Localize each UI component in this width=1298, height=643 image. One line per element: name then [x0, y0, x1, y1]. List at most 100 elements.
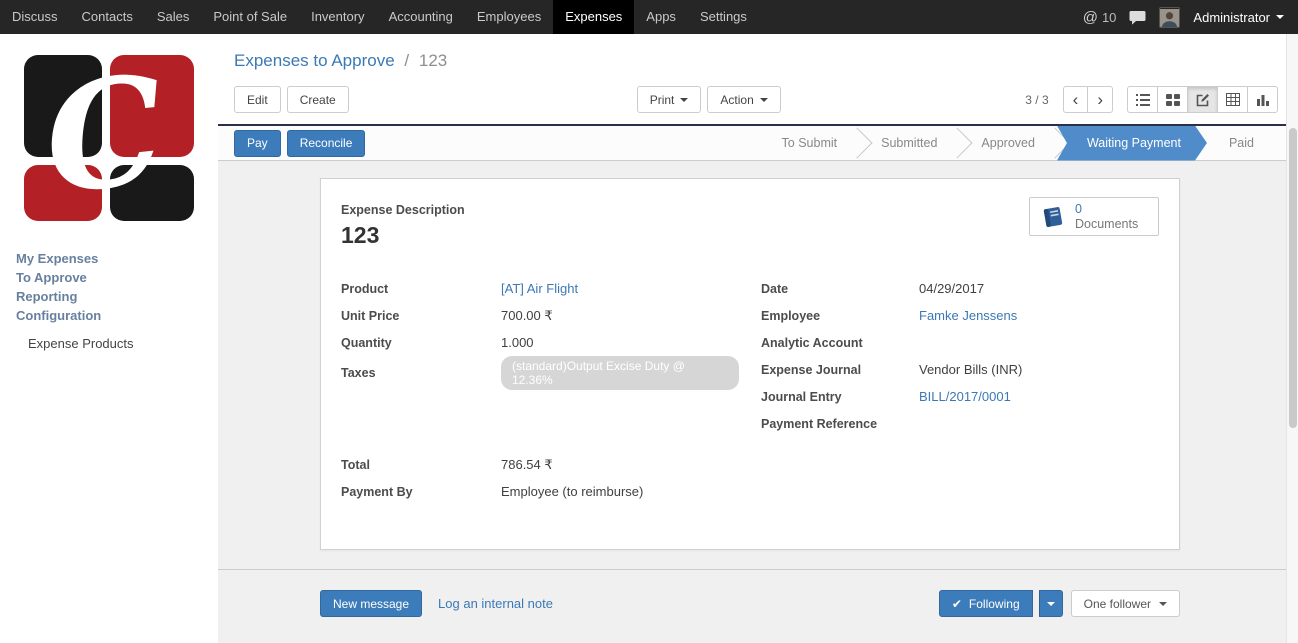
reconcile-button[interactable]: Reconcile — [287, 130, 366, 157]
following-dropdown-toggle[interactable] — [1039, 590, 1063, 617]
field-analytic-account: Analytic Account — [761, 329, 1159, 356]
sidebar-item-to-approve[interactable]: To Approve — [8, 268, 218, 287]
total-label: Total — [341, 458, 501, 472]
nav-sales[interactable]: Sales — [145, 0, 202, 34]
form-right-column: Date 04/29/2017 Employee Famke Jenssens … — [761, 275, 1159, 437]
journal-entry-value[interactable]: BILL/2017/0001 — [919, 389, 1011, 405]
payment-by-value: Employee (to reimburse) — [501, 484, 643, 500]
pager-and-views: 3 / 3 — [1025, 86, 1282, 113]
chatter: New message Log an internal note Followi… — [218, 569, 1298, 637]
nav-inventory[interactable]: Inventory — [299, 0, 376, 34]
kanban-icon — [1166, 94, 1180, 106]
expense-title: 123 — [341, 222, 465, 249]
caret-down-icon — [1276, 15, 1284, 19]
sidebar-item-my-expenses[interactable]: My Expenses — [8, 249, 218, 268]
sidebar-item-reporting[interactable]: Reporting — [8, 287, 218, 306]
view-form-button[interactable] — [1187, 86, 1218, 113]
nav-contacts[interactable]: Contacts — [70, 0, 145, 34]
expense-form-sheet: Expense Description 123 — [320, 178, 1180, 550]
quantity-value: 1.000 — [501, 335, 534, 351]
field-employee: Employee Famke Jenssens — [761, 302, 1159, 329]
action-button-group: Print Action — [637, 86, 781, 113]
navbar-right: 10 Administrator — [1083, 0, 1298, 34]
nav-settings[interactable]: Settings — [688, 0, 759, 34]
view-graph-button[interactable] — [1247, 86, 1278, 113]
logo-square-top-right — [110, 55, 194, 157]
company-logo: C — [24, 55, 194, 221]
documents-button[interactable]: 0 Documents — [1029, 197, 1159, 236]
field-expense-journal: Expense Journal Vendor Bills (INR) — [761, 356, 1159, 383]
payment-by-label: Payment By — [341, 485, 501, 499]
expense-journal-label: Expense Journal — [761, 363, 919, 377]
caret-down-icon — [760, 98, 768, 102]
state-to-submit[interactable]: To Submit — [760, 126, 860, 161]
journal-entry-label: Journal Entry — [761, 390, 919, 404]
pager-previous-button[interactable] — [1063, 86, 1089, 113]
state-approved[interactable]: Approved — [959, 126, 1057, 161]
caret-down-icon — [1159, 602, 1167, 606]
field-product: Product [AT] Air Flight — [341, 275, 739, 302]
field-date: Date 04/29/2017 — [761, 275, 1159, 302]
new-message-button[interactable]: New message — [320, 590, 422, 617]
tax-tag: (standard)Output Excise Duty @ 12.36% — [501, 356, 739, 390]
control-buttons-row: Edit Create Print Action 3 / 3 — [218, 86, 1298, 113]
employee-value[interactable]: Famke Jenssens — [919, 308, 1017, 324]
date-value: 04/29/2017 — [919, 281, 984, 297]
payment-reference-label: Payment Reference — [761, 417, 919, 431]
user-menu[interactable]: Administrator — [1193, 10, 1284, 25]
edit-button[interactable]: Edit — [234, 86, 281, 113]
analytic-account-label: Analytic Account — [761, 336, 919, 350]
view-list-button[interactable] — [1127, 86, 1158, 113]
following-button[interactable]: Following — [939, 590, 1033, 617]
create-button[interactable]: Create — [287, 86, 349, 113]
form-view: Expense Description 123 — [218, 161, 1298, 643]
breadcrumb-separator: / — [404, 51, 409, 70]
documents-count: 0 — [1075, 202, 1082, 217]
view-pivot-button[interactable] — [1217, 86, 1248, 113]
status-pipeline: To Submit Submitted Approved Waiting Pay… — [760, 126, 1298, 161]
view-kanban-button[interactable] — [1157, 86, 1188, 113]
print-dropdown[interactable]: Print — [637, 86, 702, 113]
action-dropdown[interactable]: Action — [707, 86, 780, 113]
totals-section: Total 786.54 ₹ Payment By Employee (to r… — [341, 451, 781, 505]
check-icon — [952, 597, 962, 611]
sidebar-item-configuration[interactable]: Configuration — [8, 306, 218, 325]
vertical-scrollbar — [1286, 34, 1298, 643]
nav-employees[interactable]: Employees — [465, 0, 553, 34]
main-area: Expenses to Approve / 123 Edit Create Pr… — [218, 34, 1298, 643]
field-unit-price: Unit Price 700.00 ₹ — [341, 302, 739, 329]
documents-icon — [1040, 204, 1066, 230]
pager-next-button[interactable] — [1087, 86, 1113, 113]
followers-dropdown[interactable]: One follower — [1071, 590, 1180, 617]
unit-price-value: 700.00 ₹ — [501, 308, 553, 324]
breadcrumb-parent[interactable]: Expenses to Approve — [234, 51, 395, 70]
nav-expenses[interactable]: Expenses — [553, 0, 634, 34]
bar-chart-icon — [1256, 93, 1270, 106]
state-waiting-payment[interactable]: Waiting Payment — [1057, 126, 1207, 161]
pay-button[interactable]: Pay — [234, 130, 281, 157]
state-submitted[interactable]: Submitted — [859, 126, 959, 161]
sidebar-menu: My Expenses To Approve Reporting Configu… — [0, 249, 218, 353]
nav-discuss[interactable]: Discuss — [0, 0, 70, 34]
state-paid[interactable]: Paid — [1207, 126, 1276, 161]
mention-counter[interactable]: 10 — [1083, 9, 1117, 26]
chevron-right-icon — [1097, 91, 1103, 108]
chat-bubble-icon[interactable] — [1129, 10, 1146, 25]
action-label: Action — [720, 93, 753, 107]
field-payment-reference: Payment Reference — [761, 410, 1159, 437]
product-label: Product — [341, 282, 501, 296]
breadcrumb: Expenses to Approve / 123 — [218, 48, 1298, 74]
nav-apps[interactable]: Apps — [634, 0, 688, 34]
sidebar-item-expense-products[interactable]: Expense Products — [8, 334, 218, 353]
caret-down-icon — [680, 98, 688, 102]
date-label: Date — [761, 282, 919, 296]
nav-accounting[interactable]: Accounting — [377, 0, 465, 34]
log-internal-note-link[interactable]: Log an internal note — [438, 596, 553, 611]
scrollbar-thumb[interactable] — [1289, 128, 1297, 428]
field-journal-entry: Journal Entry BILL/2017/0001 — [761, 383, 1159, 410]
following-button-group: Following — [939, 590, 1063, 617]
nav-point-of-sale[interactable]: Point of Sale — [201, 0, 299, 34]
product-value[interactable]: [AT] Air Flight — [501, 281, 578, 297]
mention-count: 10 — [1102, 10, 1116, 25]
sheet-title-block: Expense Description 123 — [341, 197, 465, 249]
